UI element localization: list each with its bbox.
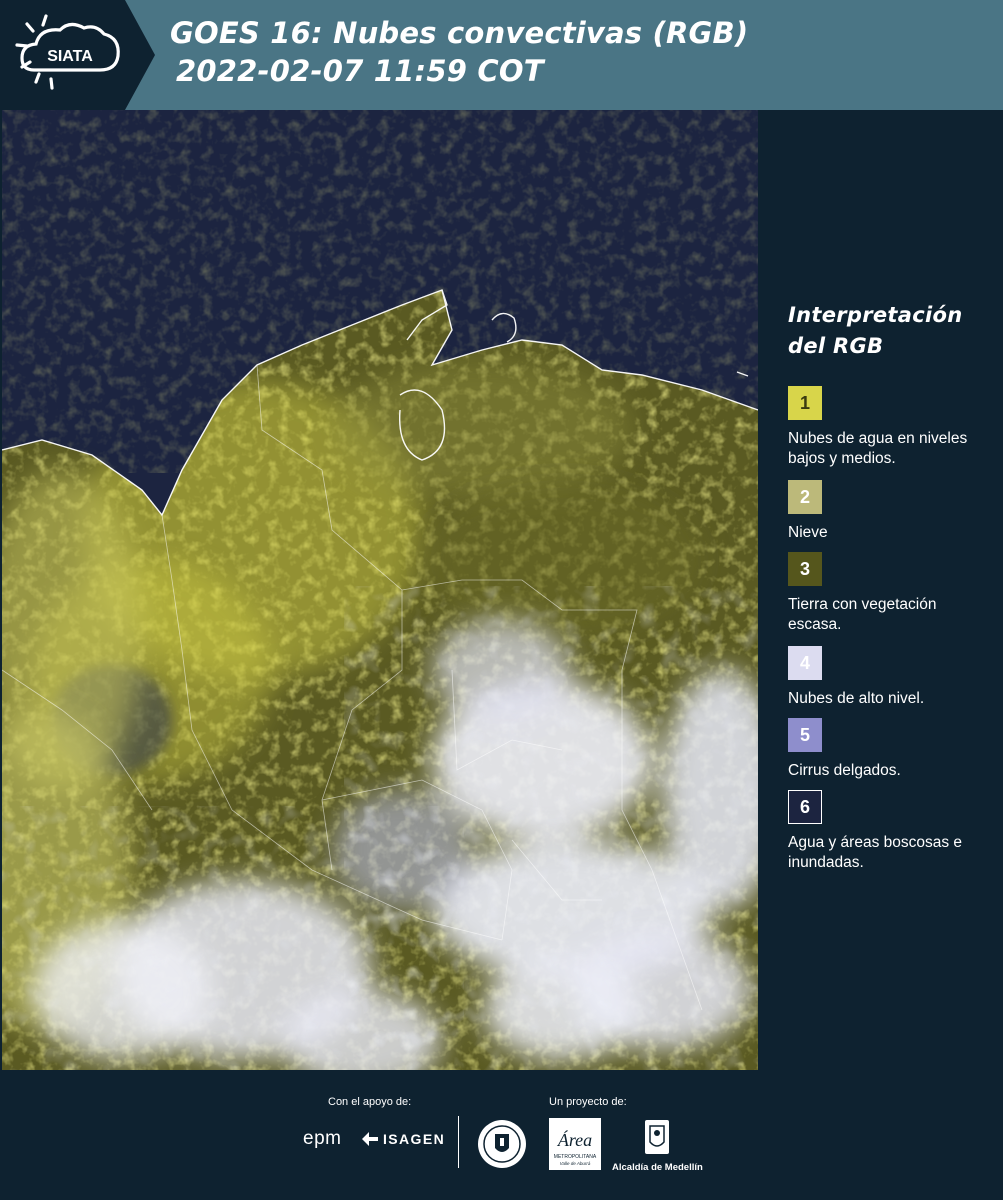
legend-label: Cirrus delgados. — [788, 762, 901, 779]
title-line2: 2022-02-07 11:59 COT — [176, 54, 544, 88]
area-logo-sub1: METROPOLITANA — [554, 1154, 597, 1160]
siata-logo: SIATA — [0, 0, 155, 110]
legend-title-line1: Interpretación — [788, 303, 963, 327]
legend-swatch: 2 — [788, 480, 822, 514]
logo-text: SIATA — [47, 48, 93, 65]
area-logo-sub2: Valle de Aburrá — [560, 1161, 591, 1166]
footer: Con el apoyo de: Un proyecto de: epm ISA… — [0, 1070, 1003, 1200]
alcaldia-shield-icon — [645, 1120, 669, 1154]
epm-logo: epm — [303, 1128, 342, 1149]
legend-label: Agua y áreas boscosas e inundadas. — [788, 834, 963, 871]
legend-title: Interpretación del RGB — [788, 300, 993, 362]
legend-swatch: 6 — [788, 790, 822, 824]
legend-swatch: 5 — [788, 718, 822, 752]
medellin-seal-icon — [476, 1118, 528, 1174]
isagen-logo: ISAGEN — [360, 1130, 445, 1148]
support-label: Con el apoyo de: — [328, 1096, 412, 1108]
legend-item-4: 4 Nubes de alto nivel. — [788, 646, 993, 709]
satellite-image — [2, 110, 758, 1070]
satellite-map-svg — [2, 110, 758, 1070]
page: SIATA GOES 16: Nubes convectivas (RGB) 2… — [0, 0, 1003, 1200]
legend-label: Tierra con vegetación escasa. — [788, 596, 937, 633]
legend-label: Nubes de agua en niveles bajos y medios. — [788, 430, 968, 467]
isagen-mark-icon — [362, 1132, 378, 1146]
legend-item-1: 1 Nubes de agua en niveles bajos y medio… — [788, 386, 993, 469]
alcaldia-text: Alcaldía de Medellín — [612, 1162, 703, 1173]
legend-label: Nubes de alto nivel. — [788, 690, 925, 707]
legend-swatch: 4 — [788, 646, 822, 680]
legend-title-line2: del RGB — [788, 334, 884, 358]
alcaldia-logo: Alcaldía de Medellín — [612, 1118, 703, 1173]
area-logo-text: Área — [557, 1129, 592, 1150]
legend-item-3: 3 Tierra con vegetación escasa. — [788, 552, 993, 635]
footer-divider — [458, 1116, 459, 1168]
isagen-text: ISAGEN — [383, 1131, 446, 1147]
title-line1: GOES 16: Nubes convectivas (RGB) — [170, 16, 749, 50]
legend-item-6: 6 Agua y áreas boscosas e inundadas. — [788, 790, 993, 873]
legend-item-2: 2 Nieve — [788, 480, 993, 543]
header-bar: SIATA GOES 16: Nubes convectivas (RGB) 2… — [0, 0, 1003, 110]
area-metropolitana-logo: Área METROPOLITANA Valle de Aburrá — [549, 1118, 601, 1170]
page-title: GOES 16: Nubes convectivas (RGB) 2022-02… — [170, 14, 748, 90]
rgb-legend: Interpretación del RGB 1 Nubes de agua e… — [788, 300, 993, 871]
legend-swatch: 1 — [788, 386, 822, 420]
legend-swatch: 3 — [788, 552, 822, 586]
project-label: Un proyecto de: — [549, 1096, 627, 1108]
legend-item-5: 5 Cirrus delgados. — [788, 718, 993, 781]
legend-label: Nieve — [788, 524, 828, 541]
